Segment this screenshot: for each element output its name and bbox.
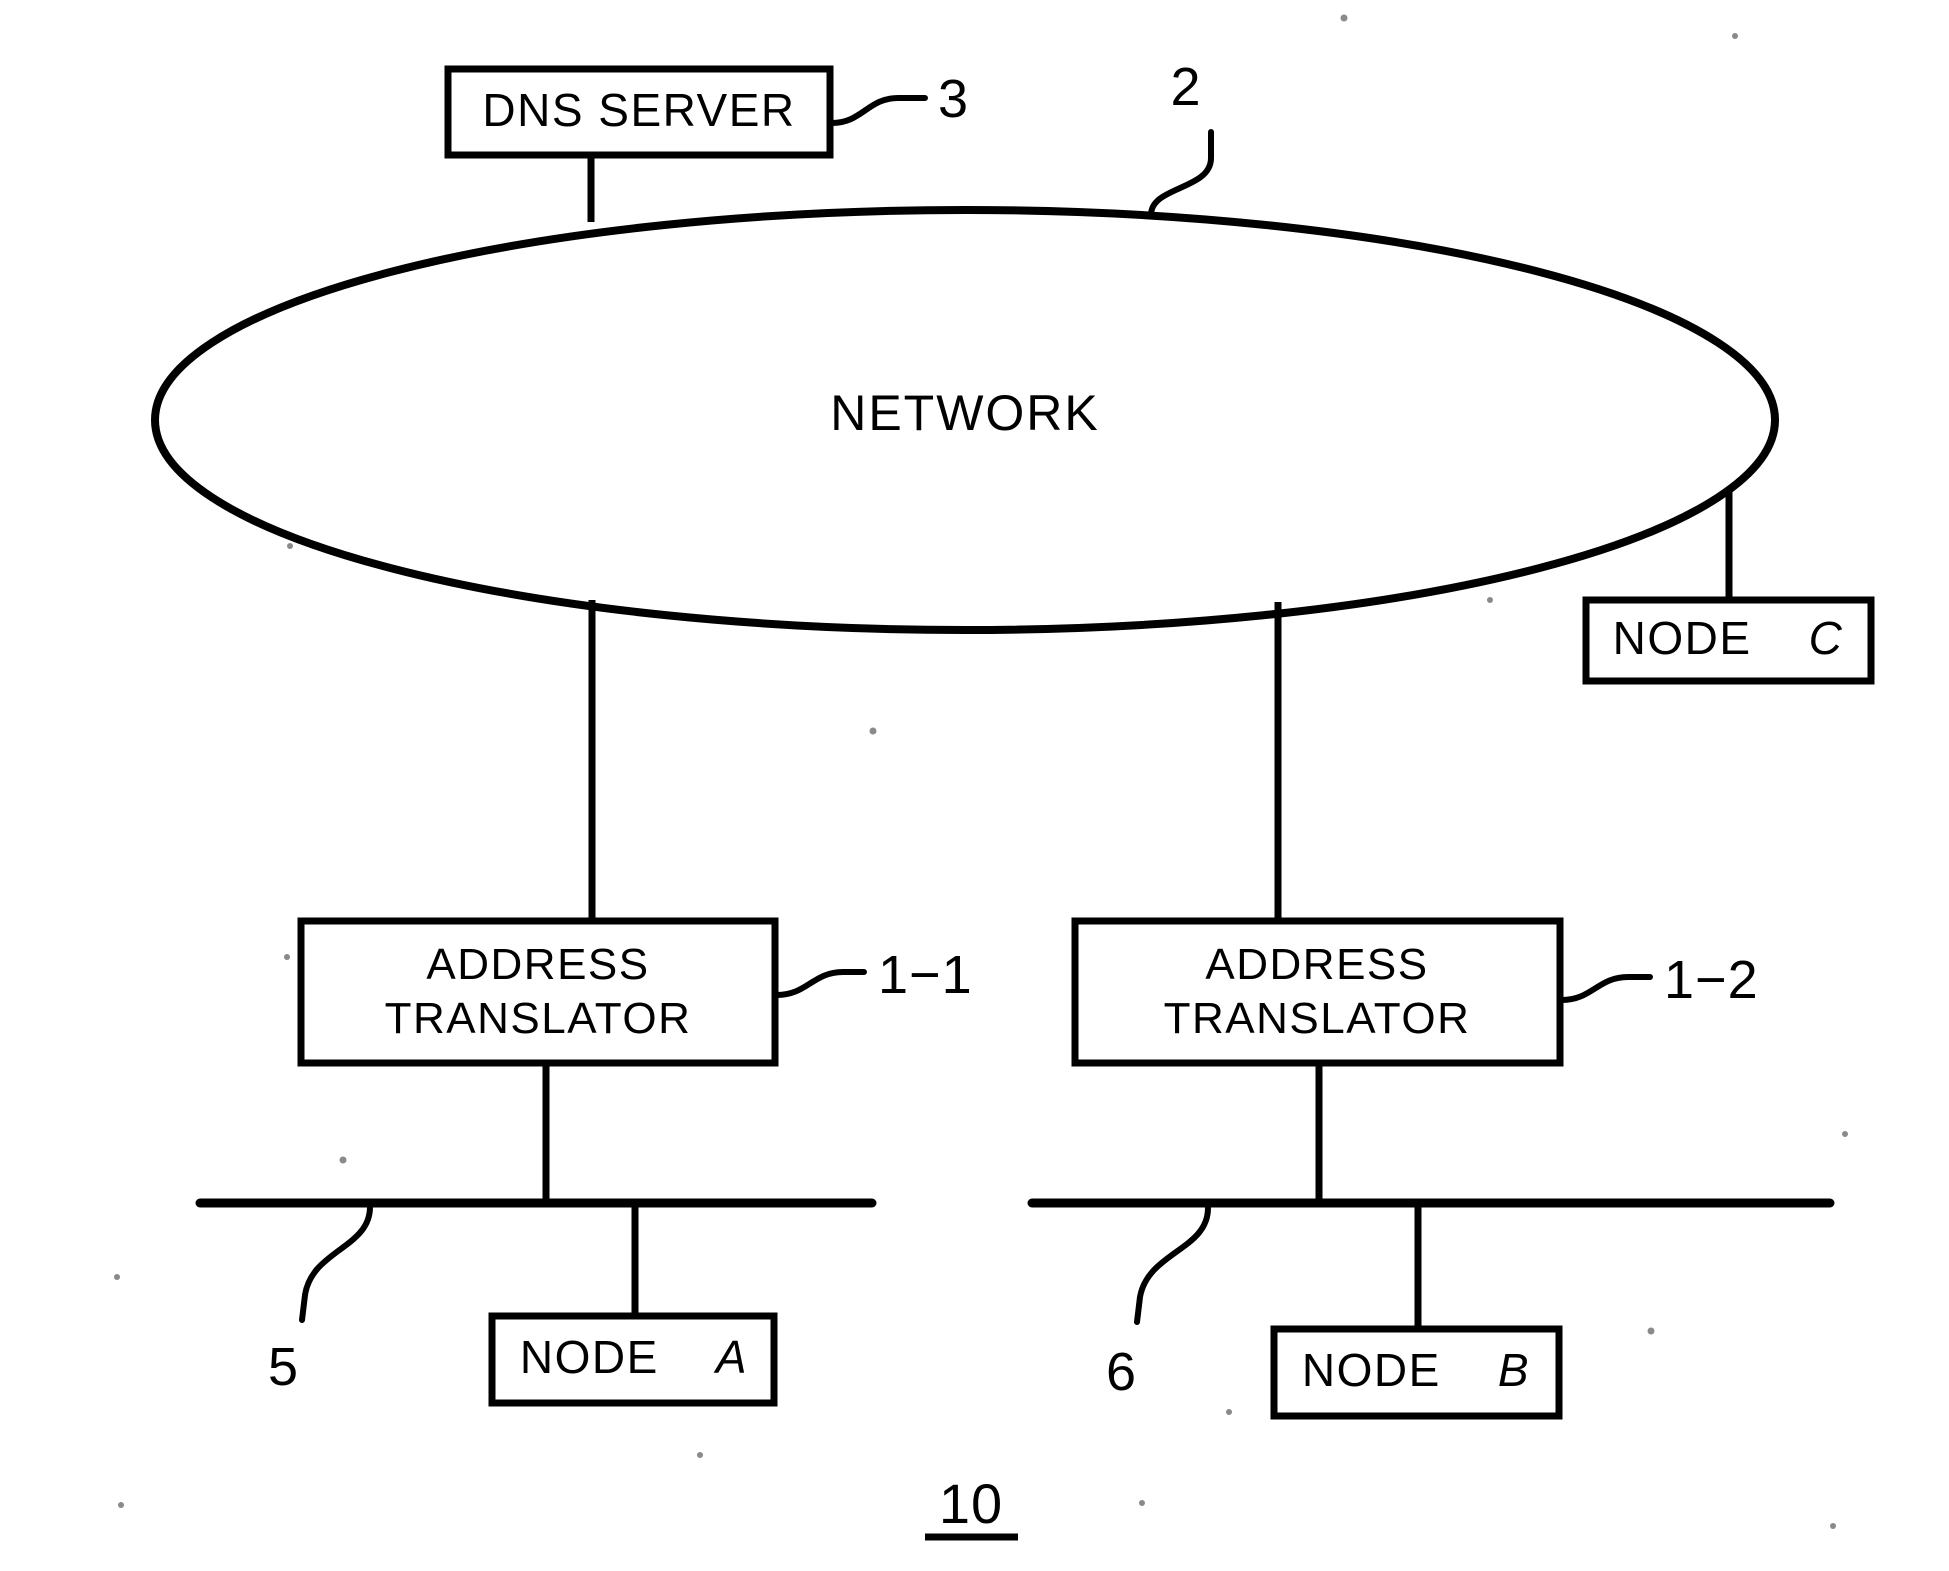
node-a-label-prefix: NODE <box>520 1331 659 1383</box>
node-b-label-letter: B <box>1498 1344 1530 1396</box>
ref-6-label: 6 <box>1106 1342 1137 1402</box>
address-translator-2-label-line2: TRANSLATOR <box>1164 994 1471 1043</box>
node-b-label: NODE B <box>1302 1344 1530 1396</box>
node-c-label: NODE C <box>1613 612 1844 664</box>
ref-1-2-group: 1−2 <box>1559 950 1759 1010</box>
ref-2-leader-line <box>1148 129 1214 218</box>
ref-1-2-leader-line <box>1559 974 1653 1003</box>
address-translator-1[interactable]: ADDRESS TRANSLATOR <box>297 917 779 1067</box>
ref-3-leader-line <box>829 95 928 126</box>
ref-1-1-label: 1−1 <box>878 945 973 1005</box>
ref-1-1-leader-line <box>774 969 867 998</box>
network-label: NETWORK <box>830 385 1100 441</box>
node-a-label: NODE A <box>520 1331 748 1383</box>
node-c-label-prefix: NODE <box>1613 612 1752 664</box>
patent-figure: DNS SERVER 3 2 NETWORK NODE C ADDRESS TR… <box>0 0 1949 1571</box>
address-translator-2-label-line1: ADDRESS <box>1205 940 1428 989</box>
node-b[interactable]: NODE B <box>1270 1325 1563 1420</box>
figure-number-group: 10 <box>925 1472 1018 1541</box>
node-c[interactable]: NODE C <box>1582 596 1875 685</box>
ref-5-label: 5 <box>268 1337 299 1397</box>
dns-server-node[interactable]: DNS SERVER <box>444 65 834 159</box>
node-b-label-prefix: NODE <box>1302 1344 1441 1396</box>
ref-6-group: 6 <box>1106 1205 1211 1402</box>
network-cloud[interactable]: NETWORK <box>151 206 1779 634</box>
address-translator-1-label-line1: ADDRESS <box>426 940 649 989</box>
ref-1-2-label: 1−2 <box>1664 950 1759 1010</box>
dns-server-label: DNS SERVER <box>482 84 795 136</box>
ref-3-group: 3 <box>829 69 969 129</box>
ref-2-label: 2 <box>1170 57 1201 117</box>
figure-number-label: 10 <box>939 1472 1003 1535</box>
ref-5-group: 5 <box>268 1204 373 1397</box>
node-a[interactable]: NODE A <box>488 1312 778 1407</box>
node-c-label-letter: C <box>1809 612 1844 664</box>
address-translator-1-label-line2: TRANSLATOR <box>385 994 692 1043</box>
node-a-label-letter: A <box>713 1331 748 1383</box>
ref-1-1-group: 1−1 <box>774 945 973 1005</box>
diagram-canvas: DNS SERVER 3 2 NETWORK NODE C ADDRESS TR… <box>114 14 1875 1541</box>
ref-5-leader-line <box>299 1204 373 1323</box>
address-translator-2[interactable]: ADDRESS TRANSLATOR <box>1071 917 1564 1067</box>
ref-2-group: 2 <box>1148 57 1214 218</box>
ref-3-label: 3 <box>938 69 969 129</box>
ref-6-leader-line <box>1134 1205 1211 1325</box>
